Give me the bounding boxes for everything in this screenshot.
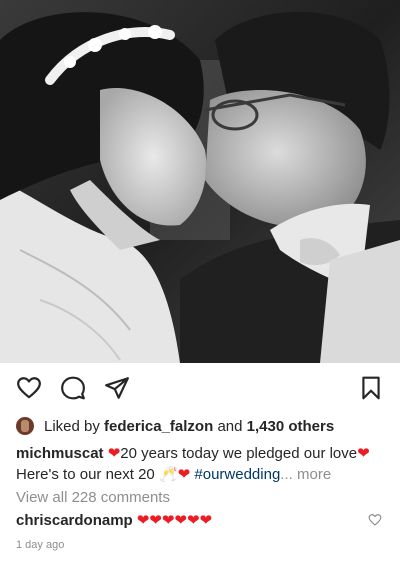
caption-line2: Here's to our next 20 — [16, 466, 155, 483]
likes-prefix: Liked by — [44, 417, 100, 435]
heart-outline-icon[interactable] — [16, 375, 42, 401]
champagne-glasses-emoji: 🥂 — [158, 466, 178, 483]
comment-text: ❤❤❤❤❤❤ — [136, 512, 213, 529]
likes-conjunction: and — [217, 417, 243, 435]
wedding-kiss-photo — [0, 0, 400, 363]
likes-count[interactable]: 1,430 others — [247, 418, 335, 435]
bookmark-icon[interactable] — [358, 375, 384, 401]
caption-username[interactable]: michmuscat — [16, 445, 104, 462]
red-heart-emoji: ❤ — [107, 445, 121, 462]
post-photo[interactable] — [0, 0, 400, 363]
liker-avatar[interactable] — [16, 417, 34, 435]
caption-ellipsis: ... — [280, 466, 293, 483]
comment-like-heart-icon[interactable] — [368, 513, 382, 527]
view-all-comments-link[interactable]: View all 228 comments — [16, 489, 170, 506]
caption-line1: 20 years today we pledged our love — [120, 445, 358, 462]
red-heart-emoji: ❤ — [357, 445, 370, 462]
post-action-bar — [0, 363, 400, 411]
post-caption: michmuscat ❤20 years today we pledged ou… — [16, 443, 388, 485]
liker-username[interactable]: federica_falzon — [104, 418, 213, 435]
comment-username[interactable]: chriscardonamp — [16, 512, 133, 529]
paper-plane-icon[interactable] — [104, 375, 130, 401]
comment-row: chriscardonamp ❤❤❤❤❤❤ — [16, 511, 213, 530]
caption-more-link[interactable]: more — [297, 466, 331, 483]
post-timestamp: 1 day ago — [16, 539, 65, 551]
red-heart-emoji: ❤ — [177, 466, 191, 483]
likes-summary[interactable]: Liked by federica_falzon and 1,430 other… — [16, 414, 334, 438]
hashtag-link[interactable]: #ourwedding — [194, 466, 280, 483]
speech-bubble-icon[interactable] — [60, 375, 86, 401]
